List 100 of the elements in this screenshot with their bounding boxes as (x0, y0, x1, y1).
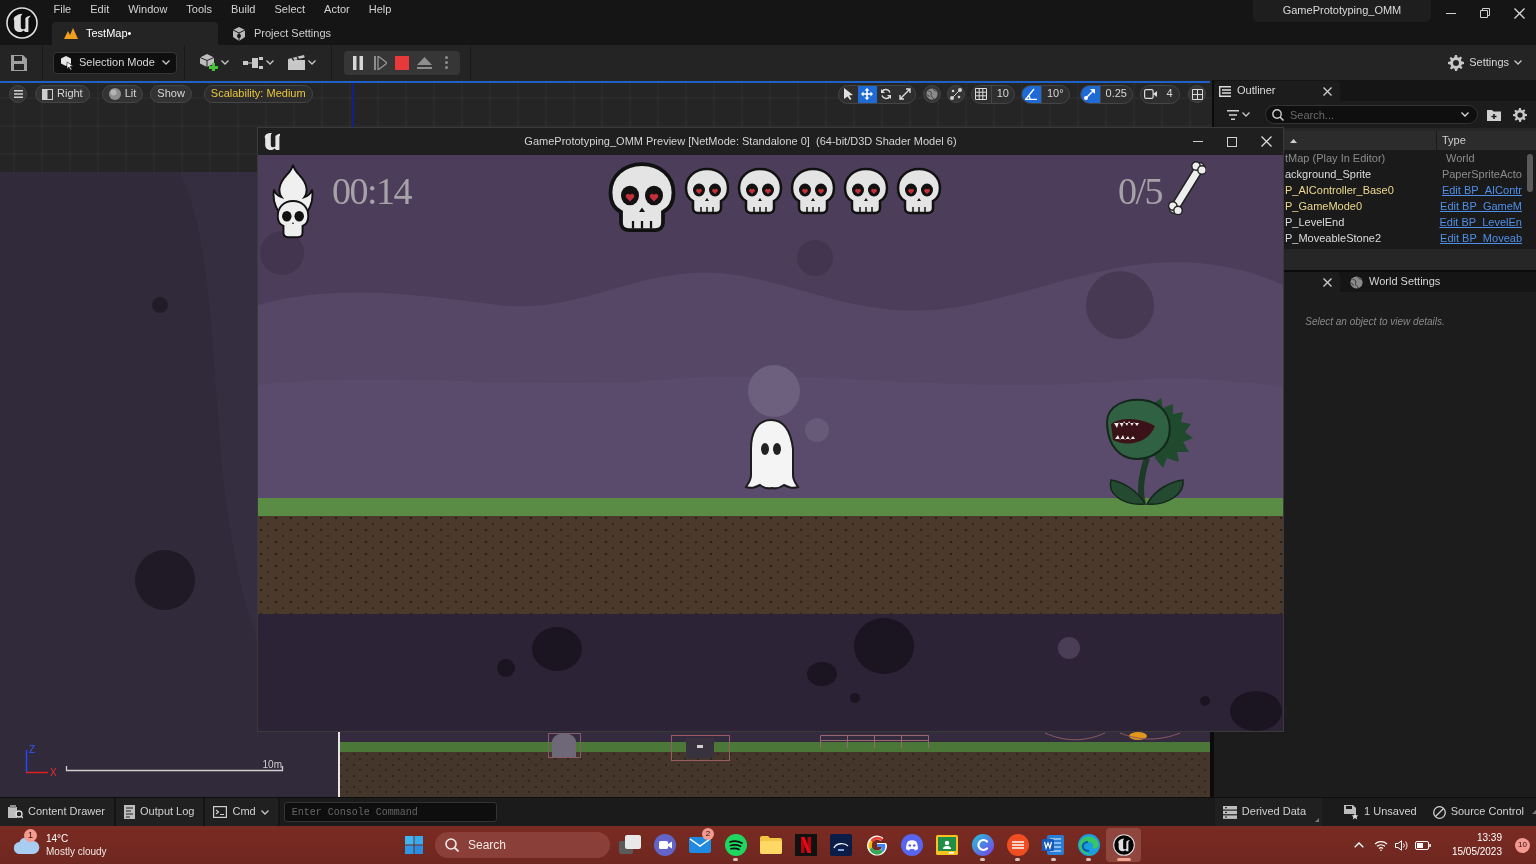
gamepad-face-icon (901, 834, 923, 856)
menu-item[interactable]: Tools (176, 2, 222, 17)
save-icon (11, 54, 27, 71)
stop-icon (395, 55, 409, 70)
menu-item[interactable]: Build (221, 2, 265, 17)
status-bar-button[interactable]: Content Drawer (0, 798, 117, 826)
outliner-item[interactable]: P_GameMode0 (1285, 200, 1432, 214)
wifi-icon[interactable] (1373, 839, 1388, 851)
list-icon (1219, 85, 1231, 97)
volume-icon[interactable] (1394, 839, 1408, 851)
ring-icon (865, 834, 888, 856)
status-bar-button[interactable]: Cmd (205, 798, 280, 826)
outliner-item[interactable]: P_MoveableStone2 (1285, 232, 1432, 246)
editor-tab[interactable]: Project Settings (220, 22, 344, 45)
minimize-icon (1193, 141, 1203, 142)
outliner-item[interactable]: P_LevelEnd (1285, 216, 1431, 230)
minimize-icon (1446, 12, 1456, 14)
start-menu-icon (405, 836, 423, 854)
server-icon (1222, 805, 1237, 819)
skull-icon (842, 167, 890, 215)
resize-grip-icon (1315, 818, 1320, 822)
caret-icon (266, 60, 274, 65)
board-icon (936, 835, 959, 855)
outliner-item[interactable]: P_AIController_Base0 (1285, 184, 1433, 198)
notification-badge: 1 (24, 828, 37, 842)
caret-icon (308, 60, 316, 65)
close-tab-button[interactable] (1323, 86, 1332, 96)
outliner-item[interactable]: ackground_Sprite (1285, 168, 1433, 182)
show-dropdown[interactable]: Show (150, 85, 192, 103)
step-icon (373, 55, 387, 70)
globe-icon (925, 88, 938, 100)
mode-dropdown[interactable]: Selection Mode (53, 51, 177, 74)
menu-item[interactable]: Window (118, 2, 177, 17)
ghost-drawing (745, 419, 799, 490)
notification-badge: 10 (1515, 837, 1530, 853)
folder-plus-icon (1487, 108, 1501, 121)
envelope-icon (689, 837, 712, 853)
timer-text: 00:14 (332, 172, 412, 210)
snap-size-dropdown[interactable]: 0.25 (1099, 85, 1132, 103)
scale-icon (899, 88, 912, 100)
settings-button[interactable]: Settings (1448, 50, 1522, 75)
maximize-icon (1227, 136, 1237, 147)
edit-blueprint-link[interactable]: Edit BP_AIContr (1432, 184, 1522, 198)
editor-tab[interactable]: TestMap• (52, 22, 218, 45)
nodes-icon (243, 56, 263, 69)
gear-icon (1448, 54, 1465, 71)
snap-size-dropdown[interactable]: 10° (1040, 85, 1069, 103)
crate-drawing (671, 735, 730, 761)
eject-icon (416, 56, 432, 69)
snap-size-dropdown[interactable]: 10 (990, 85, 1014, 103)
globe-icon (1350, 275, 1363, 289)
status-bar-button[interactable]: Output Log (116, 798, 206, 826)
gear-icon (1513, 107, 1527, 122)
cursor-cube-icon (61, 55, 74, 70)
edit-blueprint-link[interactable]: Edit BP_Moveab (1431, 232, 1522, 246)
axis-label: X (50, 767, 57, 778)
clock-time: 13:39 (1476, 832, 1502, 844)
caret-icon (260, 809, 269, 815)
taskbar-app-button[interactable] (1106, 828, 1142, 862)
sphere-icon (108, 88, 121, 100)
outliner-item[interactable]: tMap (Play In Editor) (1285, 152, 1437, 166)
search-field[interactable]: Search... (1265, 105, 1478, 124)
close-tab-button[interactable] (1323, 277, 1332, 287)
clock-date: 15/05/2023 (1451, 846, 1502, 858)
camera-icon (1144, 89, 1157, 99)
edit-blueprint-link[interactable]: Edit BP_GameM (1431, 200, 1522, 214)
menu-item[interactable]: Help (359, 2, 401, 17)
sort-arrow-icon (1290, 138, 1297, 143)
outliner-tab[interactable]: Outliner (1214, 81, 1340, 101)
move-arrows-icon (861, 88, 874, 100)
menu-item[interactable]: Select (265, 2, 315, 17)
status-bar-button[interactable]: 1 Unsaved (1336, 798, 1425, 826)
snap-points-icon (949, 88, 962, 100)
orb-drawing (260, 231, 304, 275)
skull-icon (895, 167, 943, 215)
type-cell-text: PaperSpriteActo (1440, 168, 1522, 182)
menu-item[interactable]: File (44, 2, 81, 17)
type-cell-text: World (1445, 152, 1475, 166)
circle-logo-icon (1112, 834, 1135, 856)
close-icon (1323, 86, 1332, 96)
menu-item[interactable]: Edit (80, 2, 119, 17)
circle-logo-icon (6, 6, 38, 39)
scale-label: 10m (262, 759, 282, 770)
orb-drawing (1058, 637, 1080, 659)
view-dropdown[interactable]: Right (35, 85, 90, 103)
scalability-dropdown[interactable]: Scalability: Medium (203, 85, 313, 103)
status-bar-button[interactable]: Derived Data (1214, 798, 1323, 826)
skull-icon (736, 167, 784, 215)
battery-icon[interactable] (1414, 840, 1431, 850)
menu-item[interactable]: Actor (314, 2, 360, 17)
resize-grip-icon (1532, 810, 1536, 814)
console-input[interactable]: Enter Console Command (283, 802, 497, 822)
transform-tool-button[interactable] (857, 85, 877, 103)
clapperboard-icon (288, 55, 305, 70)
skull-icon (606, 161, 678, 233)
search-button[interactable]: Search (435, 832, 610, 858)
search-icon (1272, 108, 1284, 121)
edit-blueprint-link[interactable]: Edit BP_LevelEn (1430, 216, 1522, 230)
status-bar-button[interactable]: Source Control (1424, 798, 1532, 826)
bone-counter: 0/5 (1117, 172, 1162, 210)
